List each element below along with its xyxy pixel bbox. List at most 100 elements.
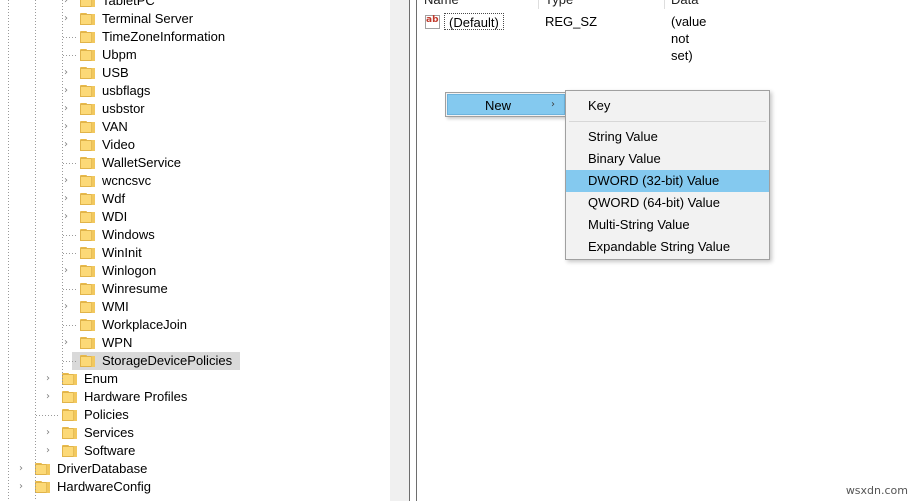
submenu-item-string-value[interactable]: String Value [566,126,769,148]
folder-icon [80,103,95,115]
column-header-type[interactable]: Type [539,0,664,9]
submenu-item-multi-string-value[interactable]: Multi-String Value [566,214,769,236]
tree-connector-line [63,253,77,254]
values-column-header[interactable]: Name Type Data [418,0,916,9]
tree-item-label: WinInit [102,245,142,260]
folder-icon [80,229,95,241]
tree-item-windows[interactable]: Windows [0,226,390,244]
folder-icon [62,391,77,403]
chevron-right-icon[interactable]: › [59,208,73,226]
chevron-right-icon[interactable]: › [59,118,73,136]
chevron-right-icon[interactable]: › [59,298,73,316]
chevron-right-icon: › [551,99,555,110]
tree-item-workplacejoin[interactable]: WorkplaceJoin [0,316,390,334]
tree-item-winresume[interactable]: Winresume [0,280,390,298]
tree-item-software[interactable]: › Software [0,442,390,460]
chevron-right-icon[interactable]: › [59,262,73,280]
chevron-right-icon[interactable]: › [59,190,73,208]
tree-item-hardware-profiles[interactable]: › Hardware Profiles [0,388,390,406]
tree-item-usbstor[interactable]: › usbstor [0,100,390,118]
tree-item-label: WMI [102,299,129,314]
chevron-right-icon[interactable]: › [59,64,73,82]
column-header-name[interactable]: Name [418,0,538,9]
value-name-cell[interactable]: (Default) [444,13,504,30]
tree-item-driverdatabase[interactable]: › DriverDatabase [0,460,390,478]
tree-item-wdi[interactable]: › WDI [0,208,390,226]
chevron-right-icon[interactable]: › [59,100,73,118]
tree-item-winlogon[interactable]: › Winlogon [0,262,390,280]
site-credit-label: wsxdn.com [845,484,908,497]
tree-item-video[interactable]: › Video [0,136,390,154]
chevron-right-icon[interactable]: › [14,460,28,478]
context-menu[interactable]: New › [445,92,567,117]
pane-splitter[interactable] [409,0,418,501]
tree-item-wdf[interactable]: › Wdf [0,190,390,208]
tree-item-wmi[interactable]: › WMI [0,298,390,316]
tree-item-label: Winlogon [102,263,157,278]
tree-item-label: HardwareConfig [57,479,151,494]
tree-item-walletservice[interactable]: WalletService [0,154,390,172]
string-value-icon: ab [425,15,440,29]
tree-item-hardwareconfig[interactable]: › HardwareConfig [0,478,390,496]
folder-icon [62,373,77,385]
folder-icon [80,67,95,79]
chevron-right-icon[interactable]: › [59,136,73,154]
tree-item-label: Video [102,137,136,152]
chevron-right-icon[interactable]: › [59,10,73,28]
tree-item-wpn[interactable]: › WPN [0,334,390,352]
tree-item-terminal-server[interactable]: › Terminal Server [0,10,390,28]
tree-connector-line [63,235,77,236]
tree-item-wininit[interactable]: WinInit [0,244,390,262]
column-header-data[interactable]: Data [665,0,916,9]
submenu-item-dword-32-bit-value[interactable]: DWORD (32-bit) Value [566,170,769,192]
submenu-item-key[interactable]: Key [566,95,769,117]
tree-item-services[interactable]: › Services [0,424,390,442]
tree-item-van[interactable]: › VAN [0,118,390,136]
tree-item-tabletpc[interactable]: › TabletPC [0,0,390,10]
folder-icon [80,13,95,25]
tree-item-usbflags[interactable]: › usbflags [0,82,390,100]
tree-item-timezoneinformation[interactable]: TimeZoneInformation [0,28,390,46]
tree-item-storagedevicepolicies[interactable]: StorageDevicePolicies [0,352,390,370]
chevron-right-icon[interactable]: › [59,0,73,10]
tree-connector-line [63,37,77,38]
tree-item-usb[interactable]: › USB [0,64,390,82]
folder-icon [80,175,95,187]
chevron-right-icon[interactable]: › [59,172,73,190]
submenu-item-qword-64-bit-value[interactable]: QWORD (64-bit) Value [566,192,769,214]
submenu-separator [569,121,766,122]
tree-item-label: Windows [102,227,155,242]
chevron-right-icon[interactable]: › [59,82,73,100]
chevron-right-icon[interactable]: › [41,424,55,442]
tree-vertical-scrollbar[interactable] [390,0,409,501]
tree-item-wcncsvc[interactable]: › wcncsvc [0,172,390,190]
folder-icon [80,355,95,367]
folder-icon [80,157,95,169]
chevron-right-icon[interactable]: › [41,442,55,460]
value-type-cell: REG_SZ [545,14,598,29]
tree-item-label: Terminal Server [102,11,194,26]
splitter-line-left [409,0,410,501]
tree-connector-line [63,163,77,164]
tree-item-label: TimeZoneInformation [102,29,226,44]
folder-icon [80,121,95,133]
folder-icon [80,193,95,205]
submenu-item-binary-value[interactable]: Binary Value [566,148,769,170]
chevron-right-icon[interactable]: › [14,478,28,496]
folder-icon [80,31,95,43]
submenu-item-expandable-string-value[interactable]: Expandable String Value [566,236,769,258]
tree-item-enum[interactable]: › Enum [0,370,390,388]
chevron-right-icon[interactable]: › [59,334,73,352]
tree-connector-line [63,55,77,56]
chevron-right-icon[interactable]: › [41,370,55,388]
splitter-line-right [416,0,417,501]
tree-connector-line [63,361,77,362]
tree-item-policies[interactable]: Policies [0,406,390,424]
chevron-right-icon[interactable]: › [41,388,55,406]
folder-icon [80,85,95,97]
tree-item-label: Policies [84,407,129,422]
tree-connector-line [36,415,59,416]
tree-item-ubpm[interactable]: Ubpm [0,46,390,64]
registry-tree-pane[interactable]: › TabletPC › Terminal Server TimeZoneInforma… [0,0,390,501]
new-submenu[interactable]: Key String Value Binary Value DWORD (32-bit… [565,90,770,260]
